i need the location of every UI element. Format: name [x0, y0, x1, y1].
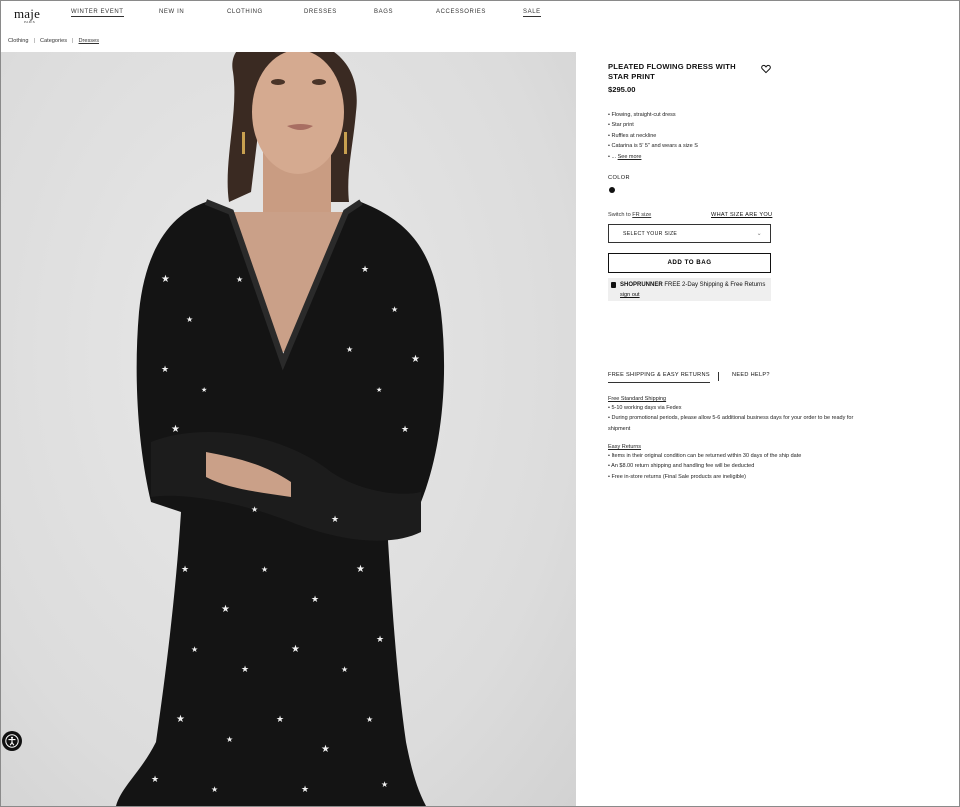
svg-text:★: ★ [391, 305, 398, 314]
breadcrumb: Clothing | Categories | Dresses [8, 38, 99, 44]
product-price: $295.00 [608, 85, 636, 94]
svg-text:★: ★ [176, 714, 185, 725]
svg-text:★: ★ [411, 354, 420, 365]
returns-item: Free in-store returns (Final Sale produc… [608, 472, 870, 482]
shoprunner-text: FREE 2-Day Shipping & Free Returns [664, 282, 766, 288]
nav-dresses[interactable]: DRESSES [304, 9, 337, 15]
heart-icon[interactable] [761, 61, 771, 74]
breadcrumb-clothing[interactable]: Clothing [8, 38, 29, 44]
svg-text:★: ★ [161, 364, 169, 374]
svg-text:★: ★ [241, 664, 249, 674]
feature-item: Catarina is 5' 5" and wears a size S [608, 141, 697, 151]
nav-new-in[interactable]: NEW IN [159, 9, 184, 15]
svg-text:★: ★ [311, 594, 319, 604]
breadcrumb-dresses[interactable]: Dresses [79, 38, 100, 44]
tab-need-help[interactable]: NEED HELP? [732, 372, 770, 378]
svg-text:★: ★ [236, 275, 243, 284]
svg-text:★: ★ [291, 644, 300, 655]
nav-accessories[interactable]: ACCESSORIES [436, 9, 486, 15]
breadcrumb-separator: | [33, 38, 35, 44]
svg-text:★: ★ [381, 780, 388, 789]
size-switch: Switch to FR size [608, 212, 651, 218]
easy-returns-list: Items in their original condition can be… [608, 451, 870, 482]
product-features: Flowing, straight-cut dress Star print R… [608, 110, 698, 162]
feature-item-more: ... See more [608, 152, 698, 162]
model-illustration: ★★★ ★★★ ★★★ ★★★ ★★★ ★★★ ★★★ ★★★ ★★★ ★★ ★ … [116, 52, 445, 806]
shoprunner-icon [611, 282, 616, 288]
svg-text:★: ★ [361, 264, 369, 274]
svg-text:★: ★ [321, 744, 330, 755]
nav-bags[interactable]: BAGS [374, 9, 393, 15]
nav-clothing[interactable]: CLOTHING [227, 9, 263, 15]
size-select-placeholder: SELECT YOUR SIZE [623, 231, 678, 237]
standard-shipping-list: 5-10 working days via Fedex During promo… [608, 403, 870, 434]
breadcrumb-categories[interactable]: Categories [40, 38, 67, 44]
nav-sale[interactable]: SALE [523, 9, 541, 17]
svg-text:★: ★ [301, 784, 309, 794]
fr-size-link[interactable]: FR size [632, 212, 651, 218]
logo-subtext: PARIS [24, 20, 36, 24]
svg-text:★: ★ [376, 386, 382, 394]
shipping-item: 5-10 working days via Fedex [608, 403, 870, 413]
switch-prefix: Switch to [608, 212, 631, 218]
svg-text:★: ★ [251, 505, 258, 514]
size-guide-link[interactable]: WHAT SIZE ARE YOU [711, 212, 772, 218]
tab-divider [718, 372, 719, 381]
shoprunner-banner: SHOPRUNNER FREE 2-Day Shipping & Free Re… [608, 278, 771, 301]
color-swatch-black[interactable] [609, 187, 615, 193]
shipping-item: During promotional periods, please allow… [608, 413, 870, 434]
feature-item: Star print [608, 120, 698, 130]
svg-text:★: ★ [261, 565, 268, 574]
returns-item: Items in their original condition can be… [608, 451, 870, 461]
shoprunner-brand: SHOPRUNNER [620, 282, 663, 288]
svg-text:★: ★ [376, 634, 384, 644]
add-to-bag-button[interactable]: ADD TO BAG [608, 253, 771, 273]
easy-returns-title: Easy Returns [608, 444, 642, 450]
svg-text:★: ★ [161, 274, 170, 285]
svg-text:★: ★ [366, 715, 373, 724]
svg-text:★: ★ [181, 564, 189, 574]
svg-text:★: ★ [186, 315, 193, 324]
svg-text:★: ★ [346, 345, 353, 354]
size-select[interactable]: SELECT YOUR SIZE ⌄ [608, 224, 771, 243]
product-title: PLEATED FLOWING DRESS WITH STAR PRINT [608, 62, 736, 81]
returns-item: An $8.00 return shipping and handling fe… [608, 461, 870, 471]
brand-logo[interactable]: maje PARIS [14, 6, 46, 28]
svg-text:★: ★ [211, 785, 218, 794]
product-image[interactable]: ★ ★ ★ ★ ★ ★ ★ ★ ★ ★ ★ ★ ★ ★ ★ ★ ★ ★ ★ ★ ★ ★ ★ ★ ★ ★ ★ ★ ★ ★ … [1, 52, 576, 806]
color-label: COLOR [608, 175, 630, 181]
svg-text:★: ★ [191, 645, 198, 654]
svg-text:★: ★ [221, 604, 230, 615]
svg-text:★: ★ [331, 514, 339, 524]
nav-winter-event[interactable]: WINTER EVENT [71, 9, 124, 17]
chevron-down-icon: ⌄ [756, 231, 762, 237]
standard-shipping-title: Free Standard Shipping [608, 396, 667, 402]
shoprunner-signout-link[interactable]: sign out [620, 292, 640, 298]
feature-item: Ruffles at neckline [608, 131, 698, 141]
svg-text:★: ★ [356, 564, 365, 575]
tab-shipping-returns[interactable]: FREE SHIPPING & EASY RETURNS [608, 372, 710, 383]
svg-text:★: ★ [201, 386, 207, 394]
svg-text:★: ★ [151, 774, 159, 784]
feature-item: Flowing, straight-cut dress [608, 110, 698, 120]
accessibility-icon[interactable] [2, 731, 22, 751]
svg-text:★: ★ [171, 424, 180, 435]
ellipsis: ... [611, 153, 617, 160]
svg-text:★: ★ [226, 735, 233, 744]
svg-text:★: ★ [276, 714, 284, 724]
svg-text:★: ★ [401, 424, 409, 434]
see-more-link[interactable]: See more [618, 154, 642, 160]
breadcrumb-separator: | [72, 38, 74, 44]
svg-text:★: ★ [341, 665, 348, 674]
